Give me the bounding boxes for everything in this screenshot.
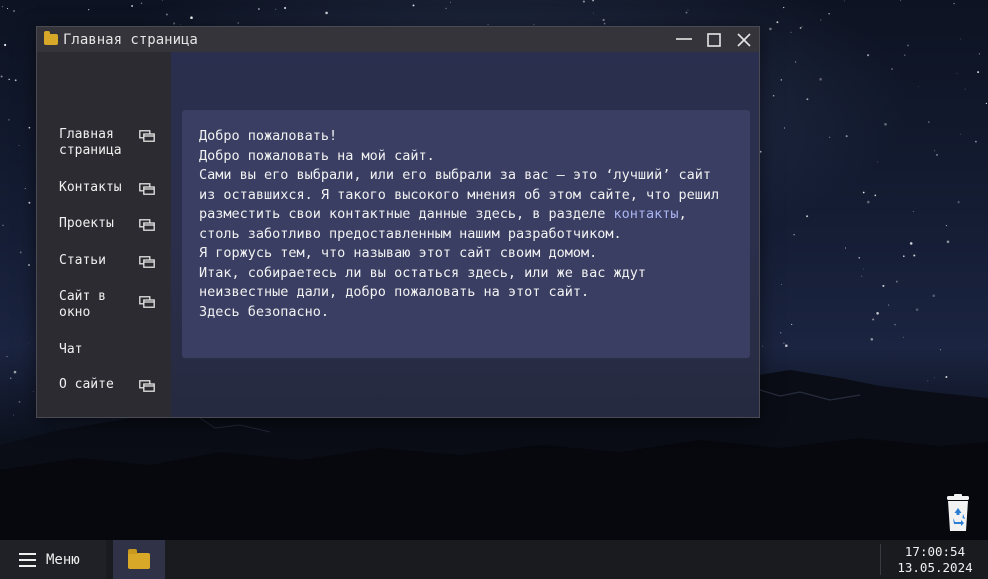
sidebar-nav: Главная страница Контакты Проекты Статьи…: [37, 52, 171, 417]
sidebar-item-home[interactable]: Главная страница: [59, 127, 155, 159]
content-area: Добро пожаловать! Добро пожаловать на мо…: [171, 52, 759, 417]
welcome-line: Здесь безопасно.: [199, 303, 330, 320]
sidebar-item-label: Проекты: [59, 216, 114, 231]
sidebar-item-label: Чат: [59, 342, 83, 357]
sidebar-item-site-in-window[interactable]: Сайт в окно: [59, 289, 155, 321]
window-title: Главная страница: [63, 31, 198, 48]
welcome-heading: Добро пожаловать!: [199, 128, 338, 144]
clock-date: 13.05.2024: [897, 560, 973, 575]
window-icon: [139, 130, 155, 142]
sidebar-item-label: Статьи: [59, 253, 106, 268]
divider: [880, 544, 881, 575]
welcome-card: Добро пожаловать! Добро пожаловать на мо…: [182, 110, 750, 358]
minimize-button[interactable]: [669, 27, 699, 52]
recycle-bin-icon[interactable]: [942, 494, 974, 532]
sidebar-item-articles[interactable]: Статьи: [59, 253, 155, 269]
contacts-link[interactable]: контакты: [614, 206, 679, 222]
minimize-icon: [676, 37, 692, 40]
folder-icon: [128, 549, 150, 569]
hamburger-icon: [19, 552, 36, 567]
sidebar-item-contacts[interactable]: Контакты: [59, 180, 155, 196]
folder-icon: [44, 31, 58, 45]
sidebar-item-label: Контакты: [59, 180, 122, 195]
welcome-line: Добро пожаловать на мой сайт.: [199, 147, 435, 164]
window-icon: [139, 219, 155, 231]
sidebar-item-chat[interactable]: Чат: [59, 342, 155, 358]
sidebar-item-projects[interactable]: Проекты: [59, 216, 155, 232]
main-window: Главная страница Главная страница Контак…: [36, 26, 760, 418]
close-icon: [737, 32, 751, 47]
maximize-icon: [707, 32, 721, 47]
taskbar-app-folder[interactable]: [113, 540, 165, 579]
welcome-paragraph: Сами вы его выбрали, или его выбрали за …: [199, 166, 733, 244]
window-icon: [139, 256, 155, 268]
window-icon: [139, 183, 155, 195]
window-icon: [139, 296, 155, 308]
window-titlebar[interactable]: Главная страница: [37, 27, 759, 52]
sidebar-item-label: Главная страница: [59, 127, 122, 158]
clock-time: 17:00:54: [904, 544, 966, 559]
welcome-line: Итак, собираетесь ли вы остаться здесь, …: [199, 264, 647, 301]
sidebar-item-label: Сайт в окно: [59, 289, 106, 320]
sidebar-item-about[interactable]: О сайте: [59, 377, 155, 393]
menu-label: Меню: [46, 551, 80, 568]
system-clock[interactable]: 17:00:54 13.05.2024: [882, 544, 988, 576]
sidebar-item-label: О сайте: [59, 377, 114, 392]
window-icon: [139, 380, 155, 392]
taskbar: Меню 17:00:54 13.05.2024: [0, 540, 988, 579]
welcome-line: Я горжусь тем, что называю этот сайт сво…: [199, 245, 598, 261]
start-menu-button[interactable]: Меню: [0, 540, 106, 579]
maximize-button[interactable]: [699, 27, 729, 52]
close-button[interactable]: [729, 27, 759, 52]
